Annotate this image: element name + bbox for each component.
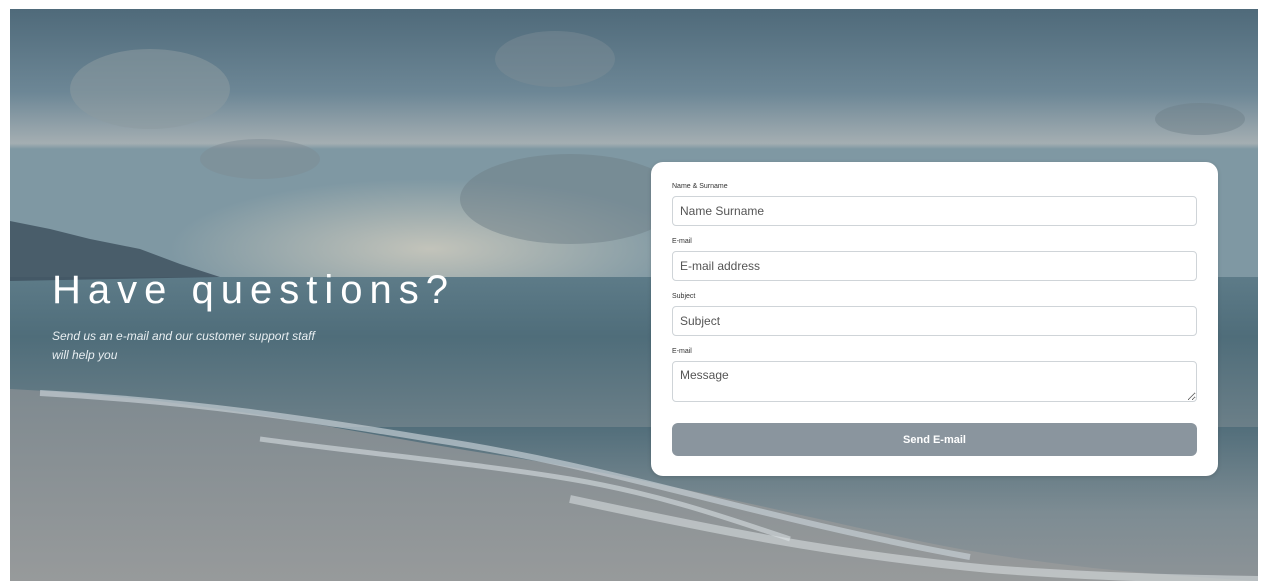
message-field-group: E-mail	[672, 347, 1197, 402]
hero-title: Have questions?	[52, 268, 455, 312]
name-input[interactable]	[672, 196, 1197, 226]
hero-text: Have questions? Send us an e-mail and ou…	[52, 267, 472, 365]
message-textarea[interactable]	[672, 361, 1197, 402]
contact-form: Name & Surname E-mail Subject E-mail Sen…	[651, 162, 1218, 476]
send-email-button[interactable]: Send E-mail	[672, 423, 1197, 456]
email-field-group: E-mail	[672, 237, 1197, 292]
email-label: E-mail	[672, 238, 692, 245]
subject-field-group: Subject	[672, 292, 1197, 347]
hero-subtitle: Send us an e-mail and our customer suppo…	[52, 329, 315, 362]
message-label: E-mail	[672, 348, 692, 355]
subject-label: Subject	[672, 293, 696, 300]
name-field-group: Name & Surname	[672, 182, 1197, 237]
subject-input[interactable]	[672, 306, 1197, 336]
name-label: Name & Surname	[672, 183, 728, 190]
email-input[interactable]	[672, 251, 1197, 281]
